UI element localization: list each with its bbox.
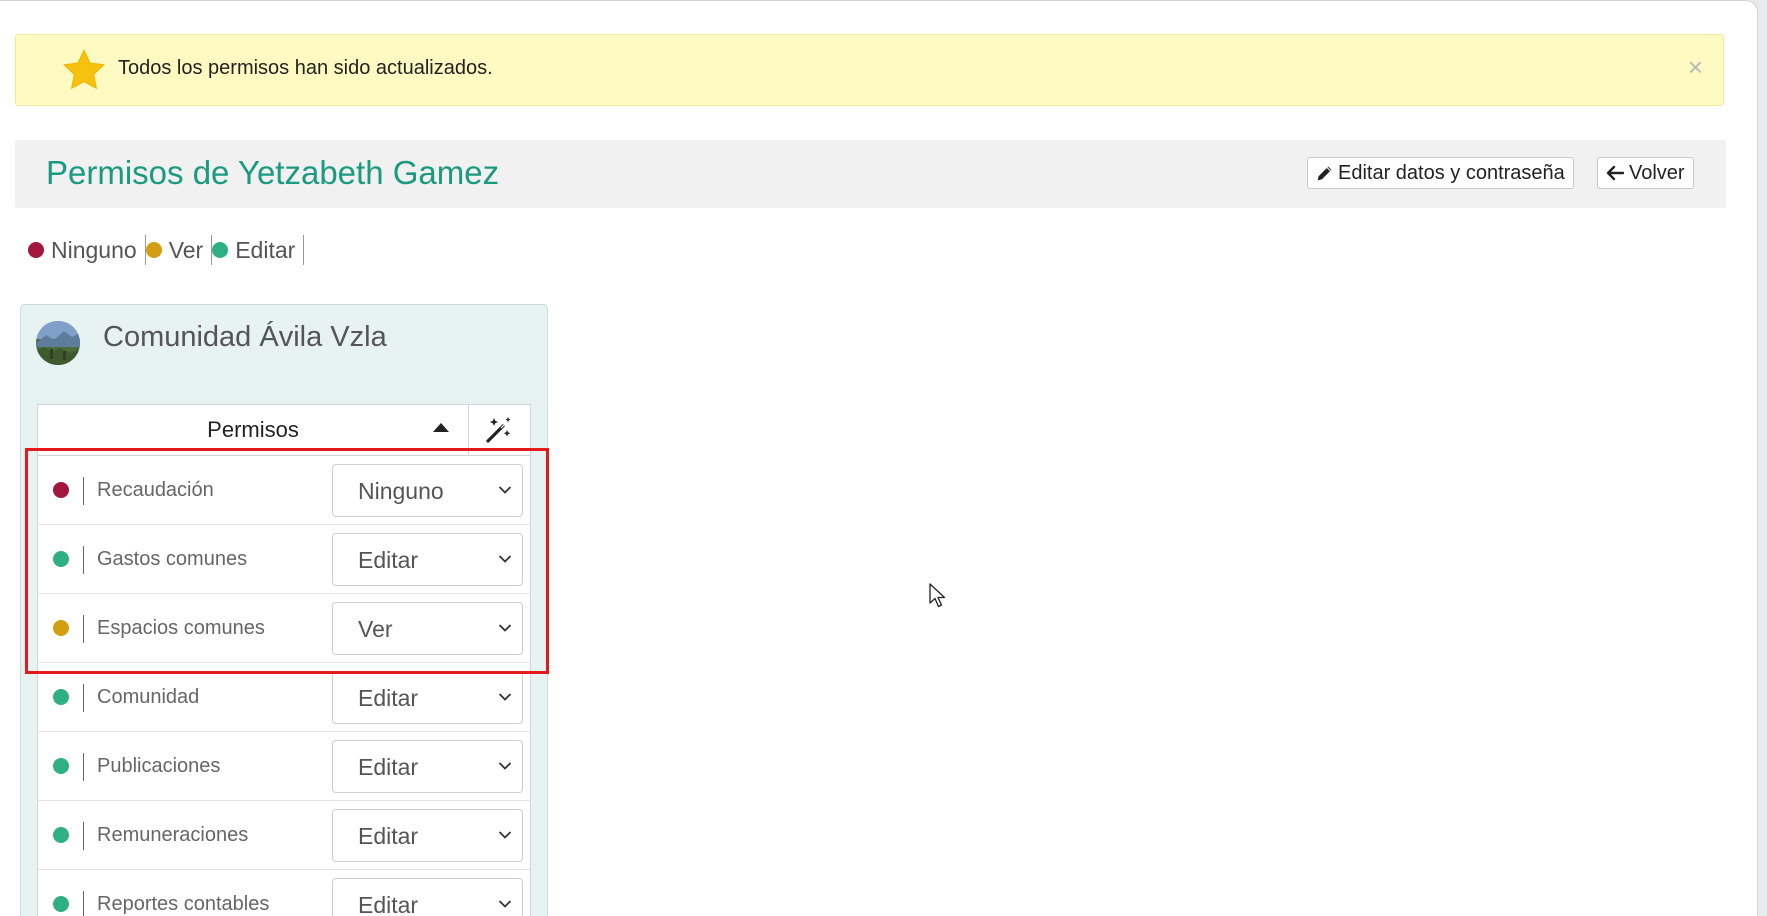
status-dot: [53, 482, 69, 498]
community-name: Comunidad Ávila Vzla: [103, 321, 387, 353]
edit-data-button[interactable]: Editar datos y contraseña: [1307, 157, 1574, 189]
success-alert: Todos los permisos han sido actualizados…: [15, 34, 1724, 106]
page: Todos los permisos han sido actualizados…: [0, 0, 1758, 916]
row-divider: [83, 684, 84, 712]
legend-label: Ninguno: [51, 236, 137, 263]
status-dot: [53, 689, 69, 705]
close-icon[interactable]: ×: [1688, 53, 1703, 81]
page-title: Permisos de Yetzabeth Gamez: [46, 154, 500, 191]
back-button[interactable]: Volver: [1597, 157, 1694, 189]
caret-up-icon[interactable]: [433, 423, 449, 432]
permission-select-value: Ver: [358, 616, 393, 642]
legend-label: Ver: [168, 236, 204, 263]
permission-select-value: Editar: [358, 754, 419, 780]
permission-row-comunidad: Comunidad Editar: [38, 663, 530, 732]
back-button-label: Volver: [1629, 162, 1685, 184]
row-divider: [83, 822, 84, 850]
permission-select[interactable]: Editar: [332, 740, 523, 793]
permissions-header-label: Permisos: [207, 417, 299, 442]
permission-row-remuneraciones: Remuneraciones Editar: [38, 801, 530, 870]
chevron-down-icon: [498, 486, 512, 494]
chevron-down-icon: [498, 762, 512, 770]
permission-select-value: Editar: [358, 892, 419, 916]
community-card: Comunidad Ávila Vzla Permisos Recaudació…: [20, 304, 548, 916]
permission-name: Reportes contables: [97, 893, 270, 915]
permission-select[interactable]: Editar: [332, 533, 523, 586]
status-dot: [53, 551, 69, 567]
header-divider: [468, 405, 469, 455]
row-divider: [83, 891, 84, 916]
status-dot: [53, 896, 69, 912]
permission-row-publicaciones: Publicaciones Editar: [38, 732, 530, 801]
permissions-list: Recaudación Ninguno Gastos comunes Edita…: [37, 456, 531, 916]
permission-select[interactable]: Editar: [332, 671, 523, 724]
community-avatar: [36, 321, 80, 365]
pencil-icon: [1317, 166, 1332, 180]
permission-select[interactable]: Editar: [332, 878, 523, 916]
permission-select[interactable]: Editar: [332, 809, 523, 862]
arrow-left-icon: [1606, 165, 1624, 181]
alert-message: Todos los permisos han sido actualizados…: [118, 57, 493, 79]
chevron-down-icon: [498, 693, 512, 701]
permission-name: Gastos comunes: [97, 548, 248, 570]
permission-row-recaudacion: Recaudación Ninguno: [38, 456, 530, 525]
star-icon: [62, 49, 106, 90]
permission-name: Comunidad: [97, 686, 200, 708]
permission-select-value: Editar: [358, 823, 419, 849]
permission-row-gastos-comunes: Gastos comunes Editar: [38, 525, 530, 594]
row-divider: [83, 477, 84, 505]
permission-select[interactable]: Ver: [332, 602, 523, 655]
permission-name: Recaudación: [97, 479, 214, 501]
row-divider: [83, 615, 84, 643]
permission-name: Publicaciones: [97, 755, 221, 777]
magic-wand-icon[interactable]: [484, 415, 514, 445]
chevron-down-icon: [498, 555, 512, 563]
permission-select-value: Editar: [358, 547, 419, 573]
legend-item-ninguno: Ninguno: [28, 237, 145, 264]
permission-row-espacios-comunes: Espacios comunes Ver: [38, 594, 530, 663]
permission-row-reportes-contables: Reportes contables Editar: [38, 870, 530, 916]
chevron-down-icon: [498, 900, 512, 908]
legend-dot: [212, 242, 229, 258]
legend-dot: [28, 242, 44, 258]
permission-name: Remuneraciones: [97, 824, 249, 846]
edit-button-label: Editar datos y contraseña: [1338, 162, 1565, 184]
row-divider: [83, 753, 84, 781]
permissions-header[interactable]: Permisos: [37, 404, 531, 456]
permission-legend: Ninguno Ver Editar: [28, 234, 305, 266]
permission-name: Espacios comunes: [97, 617, 265, 639]
status-dot: [53, 827, 69, 843]
legend-item-editar: Editar: [212, 237, 303, 264]
legend-divider: [303, 235, 305, 265]
permission-select-value: Editar: [358, 685, 419, 711]
permission-select-value: Ninguno: [358, 478, 444, 504]
legend-label: Editar: [235, 236, 296, 263]
chevron-down-icon: [498, 624, 512, 632]
legend-item-ver: Ver: [145, 236, 212, 264]
permission-select[interactable]: Ninguno: [332, 464, 523, 517]
row-divider: [83, 546, 84, 574]
legend-dot: [145, 242, 162, 258]
chevron-down-icon: [498, 831, 512, 839]
mouse-cursor-icon: [929, 583, 946, 608]
page-header: Permisos de Yetzabeth Gamez Editar datos…: [15, 140, 1726, 208]
status-dot: [53, 620, 69, 636]
status-dot: [53, 758, 69, 774]
